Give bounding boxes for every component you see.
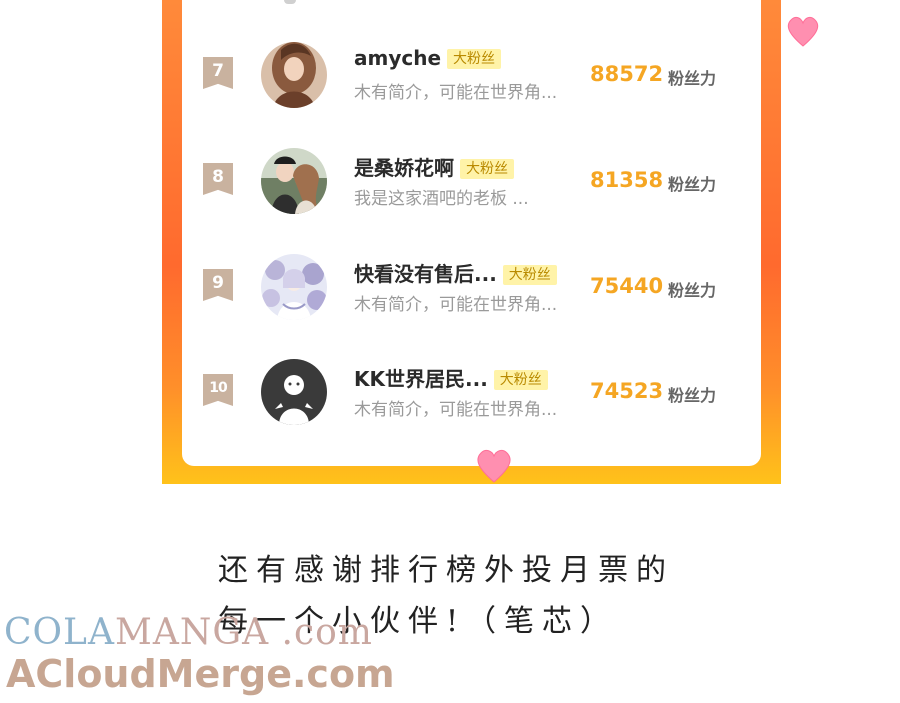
fan-badge: 大粉丝 [460,159,514,179]
fan-score: 81358 [590,168,664,192]
heart-icon [787,16,819,47]
ranking-row[interactable]: 7 amyche 大粉丝 木有简介，可能在世界角... 88572 粉丝力 [182,42,761,122]
caption-line-1: 还有感谢排行榜外投月票的 [218,553,674,588]
fan-score-unit: 粉丝力 [668,175,717,194]
user-bio: 我是这家酒吧的老板 ... [354,189,529,209]
heart-icon [477,449,511,483]
fan-score-unit: 粉丝力 [668,69,717,88]
watermark-colamanga: COLAMANGA .com [4,612,373,653]
avatar[interactable] [261,359,327,425]
avatar[interactable] [261,42,327,108]
ranking-row[interactable]: 10 KK世界居民... 大粉丝 木有简介，可能在世界角... 74523 粉丝力 [182,359,761,439]
rank-badge: 7 [203,57,233,89]
watermark-part: MANGA .com [114,612,373,653]
user-name[interactable]: KK世界居民... 大粉丝 [354,363,548,392]
user-name[interactable]: 快看没有售后... 大粉丝 [354,258,557,287]
rank-badge: 10 [203,374,233,406]
fan-badge: 大粉丝 [447,49,502,69]
user-bio: 木有简介，可能在世界角... [354,400,558,420]
fan-badge: 大粉丝 [493,370,548,390]
watermark-part: COLA [4,612,115,653]
rank-badge: 8 [203,163,233,195]
user-name-text: amyche [354,46,442,70]
fan-score-unit: 粉丝力 [668,386,717,405]
fan-score: 75440 [590,274,664,298]
fan-score: 74523 [590,379,664,403]
user-name-text: 是桑娇花啊 [354,156,454,180]
user-bio: 木有简介，可能在世界角... [354,295,558,315]
user-name-text: 快看没有售后... [354,262,497,286]
fan-score-unit: 粉丝力 [668,281,717,300]
fan-badge: 大粉丝 [502,265,557,285]
ranking-row[interactable]: 9 快看没有售后... 大粉丝 木有简介，可能在世界角... 75440 粉丝力 [182,254,761,334]
watermark-acloudmerge: ACloudMerge.com [6,652,395,696]
avatar[interactable] [261,254,327,320]
rank-badge: 9 [203,269,233,301]
fan-score: 88572 [590,62,664,86]
user-name[interactable]: amyche 大粉丝 [354,46,502,70]
user-name-text: KK世界居民... [354,367,488,391]
user-bio: 木有简介，可能在世界角... [354,83,558,103]
avatar[interactable] [261,148,327,214]
user-name[interactable]: 是桑娇花啊 大粉丝 [354,152,514,181]
ranking-row[interactable]: 8 是桑娇花啊 大粉丝 我是这家酒吧的老板 ... 81358 粉丝力 [182,148,761,228]
